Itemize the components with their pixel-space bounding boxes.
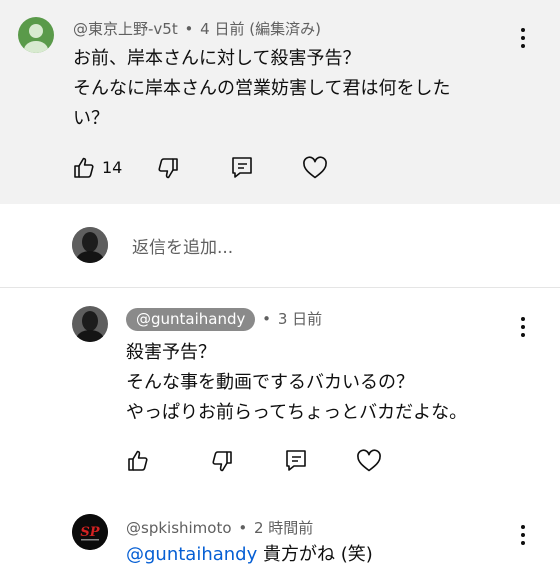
add-reply-input[interactable]: 返信を追加... [132, 233, 233, 258]
avatar [72, 227, 108, 263]
like-icon[interactable] [126, 449, 150, 473]
comment-author[interactable]: @spkishimoto [126, 519, 232, 537]
channel-logo-icon: SP [72, 514, 108, 550]
avatar[interactable]: SP [72, 514, 108, 550]
comment-line: やっぱりお前らってちょっとバカだよな。 [126, 402, 468, 423]
avatar[interactable] [18, 17, 54, 53]
user-avatar-icon [72, 306, 108, 342]
comment-header: @spkishimoto • 2 時間前 [126, 517, 313, 538]
avatar[interactable] [72, 306, 108, 342]
separator-dot: • [184, 20, 194, 38]
dislike-icon[interactable] [210, 449, 234, 473]
more-actions-icon[interactable] [520, 28, 526, 48]
user-avatar-icon [72, 227, 108, 263]
separator-dot: • [238, 519, 248, 537]
comment-line: 貴方がね (笑) [257, 544, 373, 565]
comment-timestamp[interactable]: 4 日前 (編集済み) [200, 20, 321, 38]
comment-line: お前、岸本さんに対して殺害予告？ [73, 48, 361, 69]
comment-line: そんなに岸本さんの営業妨害して君は何をした [73, 78, 451, 99]
comment-line: そんな事を動画でするバカいるの？ [126, 372, 414, 393]
comment-text: @guntaihandy 貴方がね (笑) [126, 540, 373, 570]
comment-line: い？ [73, 108, 109, 129]
like-count: 14 [102, 158, 123, 177]
mention-link[interactable]: @guntaihandy [126, 544, 257, 565]
comment-text: お前、岸本さんに対して殺害予告？ そんなに岸本さんの営業妨害して君は何をした い… [73, 44, 450, 134]
heart-icon[interactable] [356, 449, 382, 473]
more-actions-icon[interactable] [520, 525, 526, 545]
comment-header: @東京上野-v5t • 4 日前 (編集済み) [73, 18, 321, 39]
dislike-icon[interactable] [156, 156, 180, 180]
separator-dot: • [262, 310, 272, 328]
user-avatar-icon [24, 24, 48, 53]
comment-header: @guntaihandy • 3 日前 [126, 308, 322, 331]
author-chip[interactable]: @guntaihandy [126, 308, 256, 331]
divider [0, 287, 560, 288]
comment-timestamp[interactable]: 2 時間前 [254, 519, 313, 537]
comment-text: 殺害予告？ そんな事を動画でするバカいるの？ やっぱりお前らってちょっとバカだよ… [126, 338, 467, 428]
more-actions-icon[interactable] [520, 317, 526, 337]
comment-author[interactable]: @東京上野-v5t [73, 20, 178, 38]
like-icon[interactable] [72, 156, 96, 180]
comment-line: 殺害予告？ [126, 342, 216, 363]
avatar-logo-text: SP [80, 525, 100, 540]
heart-icon[interactable] [302, 156, 328, 180]
reply-icon[interactable] [285, 449, 307, 473]
comment-timestamp[interactable]: 3 日前 [278, 310, 322, 328]
reply-icon[interactable] [231, 156, 253, 180]
